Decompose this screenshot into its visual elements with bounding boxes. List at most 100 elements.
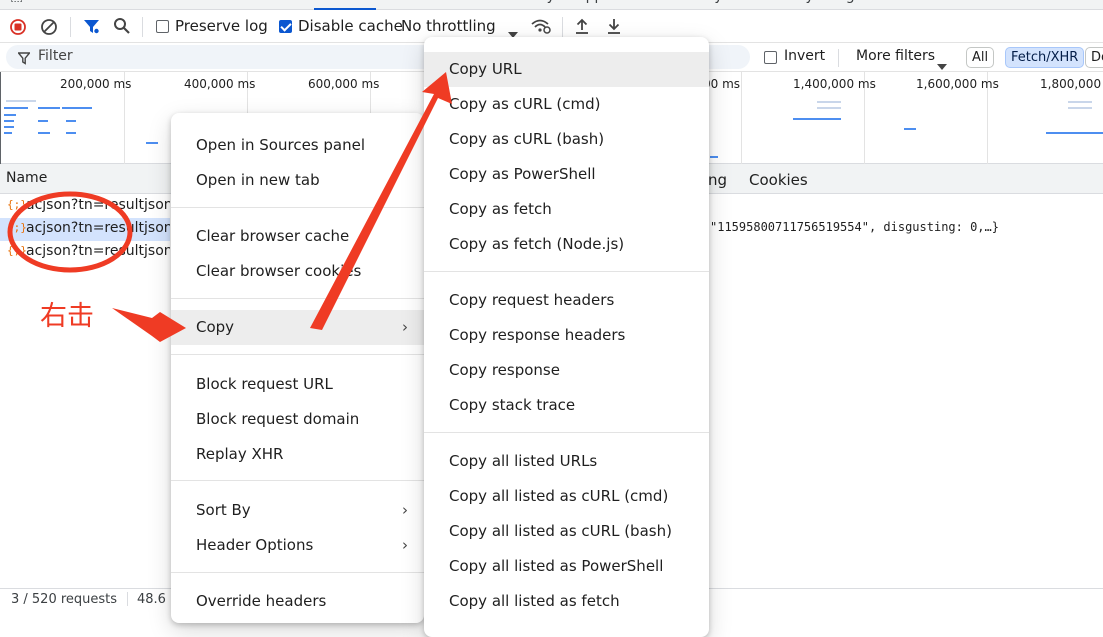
- search-icon[interactable]: [113, 17, 131, 39]
- column-name-header[interactable]: Name: [6, 170, 47, 186]
- menu-copy[interactable]: Copy ›: [171, 310, 424, 345]
- timeline-bar: [710, 156, 718, 158]
- menu-header-options[interactable]: Header Options ›: [171, 528, 424, 563]
- tab-cookies[interactable]: Cookies: [749, 171, 808, 189]
- filter-funnel-icon[interactable]: [83, 18, 100, 39]
- invert-checkbox[interactable]: [764, 51, 777, 64]
- export-har-icon[interactable]: [605, 17, 623, 39]
- stop-recording-icon[interactable]: [9, 18, 27, 40]
- menu-sort-by[interactable]: Sort By ›: [171, 493, 424, 528]
- table-row[interactable]: {;} acjson?tn=resultjson_c: [0, 218, 170, 241]
- disable-cache-checkbox[interactable]: [279, 20, 292, 33]
- panel-tab-bar: ⬚ ▭ Elements Console Sources Network Per…: [0, 0, 1103, 10]
- table-row[interactable]: {;} acjson?tn=resultjson_c: [0, 195, 170, 218]
- response-preview: "11595800711756519554", disgusting: 0,…}: [710, 220, 999, 234]
- divider: [562, 17, 563, 37]
- menu-separator: [424, 432, 709, 433]
- tab-performance[interactable]: Performance: [392, 0, 481, 9]
- menu-copy-as-fetch[interactable]: Copy as fetch: [424, 192, 709, 227]
- menu-clear-browser-cache[interactable]: Clear browser cache: [171, 219, 424, 254]
- menu-separator: [171, 207, 424, 208]
- menu-block-request-domain[interactable]: Block request domain: [171, 402, 424, 437]
- menu-separator: [171, 354, 424, 355]
- tick-line: [741, 72, 742, 164]
- tick-label: 1,800,000 ms: [1040, 77, 1103, 91]
- timeline-bar: [66, 132, 76, 134]
- divider: [838, 49, 839, 67]
- chevron-right-icon: ›: [402, 318, 408, 336]
- inspect-icon[interactable]: ⬚: [10, 0, 23, 9]
- menu-copy-all-fetch[interactable]: Copy all listed as fetch: [424, 584, 709, 619]
- timeline-bar: [817, 107, 841, 109]
- timeline-bar: [4, 120, 14, 122]
- table-row[interactable]: {;} acjson?tn=resultjson_c: [0, 241, 170, 264]
- tab-elements[interactable]: Elements: [84, 0, 149, 9]
- menu-copy-as-curl-bash[interactable]: Copy as cURL (bash): [424, 122, 709, 157]
- disable-cache-label: Disable cache: [298, 17, 403, 35]
- menu-copy-as-curl-cmd[interactable]: Copy as cURL (cmd): [424, 87, 709, 122]
- tab-timing[interactable]: ng: [708, 171, 727, 189]
- tick-label: 600,000 ms: [308, 77, 380, 91]
- menu-copy-request-headers[interactable]: Copy request headers: [424, 283, 709, 318]
- more-filters-button[interactable]: More filters: [856, 48, 935, 64]
- import-har-icon[interactable]: [573, 17, 591, 39]
- filter-doc-button[interactable]: Doc: [1085, 47, 1103, 68]
- menu-open-in-new-tab[interactable]: Open in new tab: [171, 163, 424, 198]
- timeline-bar: [38, 120, 48, 122]
- filter-all-button[interactable]: All: [966, 47, 995, 68]
- menu-copy-all-curl-cmd[interactable]: Copy all listed as cURL (cmd): [424, 479, 709, 514]
- request-count: 3 / 520 requests: [11, 592, 118, 607]
- timeline-bar: [817, 101, 841, 103]
- divider: [70, 17, 71, 37]
- tab-privacy-security[interactable]: Privacy and security: [672, 0, 814, 9]
- device-toggle-icon[interactable]: ▭: [40, 0, 53, 9]
- throttling-select[interactable]: No throttling: [401, 17, 496, 35]
- clear-icon[interactable]: [40, 18, 58, 40]
- tab-network[interactable]: Network: [313, 0, 377, 10]
- menu-copy-all-powershell[interactable]: Copy all listed as PowerShell: [424, 549, 709, 584]
- filter-funnel-icon: [17, 50, 31, 69]
- menu-copy-response-headers[interactable]: Copy response headers: [424, 318, 709, 353]
- chevron-right-icon: ›: [402, 501, 408, 519]
- timeline-bar: [66, 120, 76, 122]
- tick-label: 400,000 ms: [184, 77, 256, 91]
- menu-clear-browser-cookies[interactable]: Clear browser cookies: [171, 254, 424, 289]
- timeline-bar: [904, 128, 916, 130]
- menu-open-in-sources[interactable]: Open in Sources panel: [171, 128, 424, 163]
- timeline-bar: [38, 132, 50, 134]
- menu-replay-xhr[interactable]: Replay XHR: [171, 437, 424, 472]
- tab-sources[interactable]: Sources: [242, 0, 297, 9]
- timeline-bar: [62, 107, 92, 109]
- menu-copy-as-fetch-nodejs[interactable]: Copy as fetch (Node.js): [424, 227, 709, 262]
- xhr-icon: {;}: [7, 198, 27, 211]
- invert-label: Invert: [784, 48, 826, 64]
- timeline-bar: [4, 114, 16, 116]
- menu-separator: [424, 271, 709, 272]
- timeline-bar: [1068, 107, 1092, 109]
- menu-block-request-url[interactable]: Block request URL: [171, 367, 424, 402]
- preserve-log-label: Preserve log: [175, 17, 268, 35]
- tab-application[interactable]: Application: [576, 0, 654, 9]
- menu-copy-url[interactable]: Copy URL: [424, 52, 709, 87]
- menu-copy-stack-trace[interactable]: Copy stack trace: [424, 388, 709, 423]
- menu-copy-as-powershell[interactable]: Copy as PowerShell: [424, 157, 709, 192]
- preserve-log-checkbox[interactable]: [156, 20, 169, 33]
- menu-copy-all-urls[interactable]: Copy all listed URLs: [424, 444, 709, 479]
- divider: [127, 592, 128, 606]
- tab-recorder[interactable]: Recorder: [930, 0, 993, 9]
- tab-lighthouse[interactable]: Lighthouse: [834, 0, 911, 9]
- annotation-label: 右击: [40, 301, 94, 332]
- timeline-bar: [6, 100, 36, 102]
- timeline-bar: [146, 142, 158, 144]
- menu-copy-all-curl-bash[interactable]: Copy all listed as cURL (bash): [424, 514, 709, 549]
- filter-fetch-xhr-button[interactable]: Fetch/XHR: [1005, 47, 1085, 68]
- chevron-right-icon: ›: [402, 536, 408, 554]
- menu-separator: [171, 298, 424, 299]
- tab-console[interactable]: Console: [166, 0, 222, 9]
- menu-copy-response[interactable]: Copy response: [424, 353, 709, 388]
- network-conditions-icon[interactable]: [530, 17, 552, 39]
- tick-label: 1,600,000 ms: [916, 77, 999, 91]
- timeline-handle[interactable]: [0, 72, 1, 164]
- menu-override-headers[interactable]: Override headers: [171, 584, 424, 619]
- tab-memory[interactable]: Memory: [498, 0, 555, 9]
